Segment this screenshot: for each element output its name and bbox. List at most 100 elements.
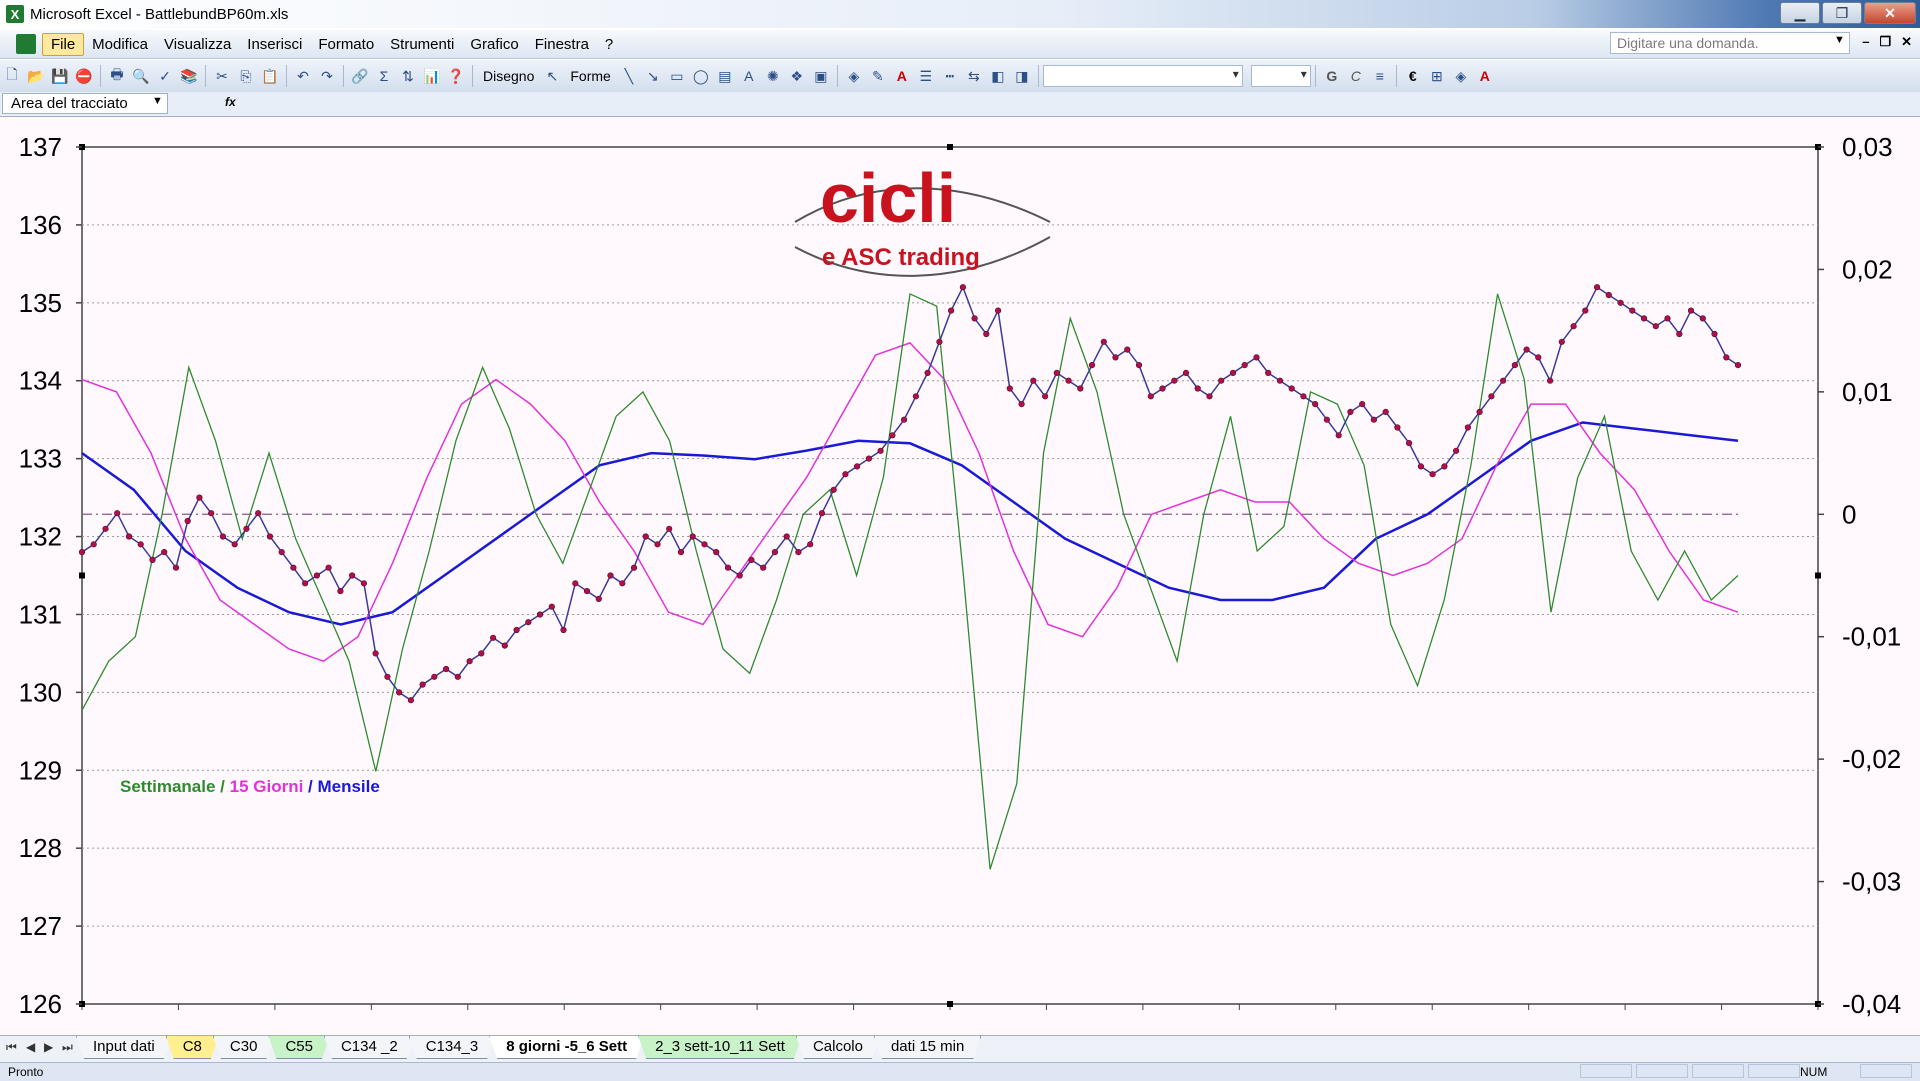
price-marker bbox=[1182, 369, 1190, 376]
last-sheet-icon[interactable]: ⏭ bbox=[62, 1040, 73, 1055]
wordart-icon[interactable]: A bbox=[738, 65, 760, 87]
price-marker bbox=[102, 525, 109, 532]
menu-modifica[interactable]: Modifica bbox=[84, 34, 156, 55]
print-preview-icon[interactable]: 🔍 bbox=[130, 65, 152, 87]
minimize-button[interactable]: ▁ bbox=[1780, 2, 1820, 24]
menu-inserisci[interactable]: Inserisci bbox=[239, 34, 310, 55]
textbox-icon[interactable]: ▤ bbox=[714, 65, 736, 87]
menu-visualizza[interactable]: Visualizza bbox=[156, 34, 239, 55]
sheet-tab-dati-15-min[interactable]: dati 15 min bbox=[874, 1036, 981, 1059]
sheet-tab-input-dati[interactable]: Input dati bbox=[76, 1036, 172, 1059]
borders-icon[interactable]: ⊞ bbox=[1426, 65, 1448, 87]
next-sheet-icon[interactable]: ▶ bbox=[44, 1040, 53, 1054]
chart-wizard-icon[interactable]: 📊 bbox=[421, 65, 443, 87]
sheet-tab-c55[interactable]: C55 bbox=[268, 1036, 330, 1059]
chart-area[interactable]: 137 136 135 134 133 132 131 130 129 128 127 126 0,0… bbox=[0, 117, 1920, 1035]
sheet-tab-2-3-sett[interactable]: 2_3 sett-10_11 Sett bbox=[638, 1036, 802, 1059]
prev-sheet-icon[interactable]: ◀ bbox=[26, 1040, 35, 1054]
research-icon[interactable]: 📚 bbox=[178, 65, 200, 87]
3d-icon[interactable]: ◨ bbox=[1011, 65, 1033, 87]
font-color-icon[interactable]: A bbox=[891, 65, 913, 87]
chevron-down-icon[interactable]: ▼ bbox=[152, 95, 163, 107]
new-file-icon[interactable]: 🗋 bbox=[1, 65, 23, 87]
line-color-icon[interactable]: ✎ bbox=[867, 65, 889, 87]
cut-icon[interactable]: ✂ bbox=[211, 65, 233, 87]
chart-svg[interactable]: 137 136 135 134 133 132 131 130 129 128 127 126 0,0… bbox=[0, 117, 1920, 1035]
arrow-icon[interactable]: ↘ bbox=[642, 65, 664, 87]
undo-icon[interactable]: ↶ bbox=[292, 65, 314, 87]
price-marker bbox=[713, 549, 720, 556]
cicli-logo: cicli e ASC trading bbox=[794, 159, 1051, 277]
sheet-tab-c8[interactable]: C8 bbox=[166, 1036, 219, 1059]
save-icon[interactable]: 💾 bbox=[49, 65, 71, 87]
open-folder-icon[interactable]: 📂 bbox=[25, 65, 47, 87]
oval-icon[interactable]: ◯ bbox=[690, 65, 712, 87]
hyperlink-icon[interactable]: 🔗 bbox=[349, 65, 371, 87]
bold-button[interactable]: G bbox=[1321, 65, 1343, 87]
help-question-box[interactable]: Digitare una domanda. bbox=[1610, 32, 1850, 54]
left-tick-label: 137 bbox=[19, 132, 62, 162]
workbook-icon[interactable] bbox=[16, 34, 36, 54]
dash-style-icon[interactable]: ┅ bbox=[939, 65, 961, 87]
price-marker bbox=[983, 330, 990, 338]
redo-icon[interactable]: ↷ bbox=[316, 65, 338, 87]
fx-button[interactable]: fx bbox=[225, 95, 236, 109]
sheet-tab-calcolo[interactable]: Calcolo bbox=[796, 1036, 880, 1059]
rectangle-icon[interactable]: ▭ bbox=[666, 65, 688, 87]
sheet-tab-8-giorni[interactable]: 8 giorni -5_6 Sett bbox=[489, 1036, 644, 1059]
font-name-select[interactable] bbox=[1042, 65, 1243, 87]
permission-icon[interactable]: ⛔ bbox=[73, 65, 95, 87]
euro-button[interactable]: € bbox=[1402, 65, 1424, 87]
menu-grafico[interactable]: Grafico bbox=[462, 34, 526, 55]
sort-icon[interactable]: ⇅ bbox=[397, 65, 419, 87]
help-icon[interactable]: ❓ bbox=[445, 65, 467, 87]
fill-color-icon[interactable]: ◈ bbox=[843, 65, 865, 87]
line-icon[interactable]: ╲ bbox=[618, 65, 640, 87]
sheet-tab-c134-2[interactable]: C134 _2 bbox=[324, 1036, 415, 1059]
price-marker bbox=[231, 541, 238, 548]
menu-formato[interactable]: Formato bbox=[310, 34, 382, 55]
text-color-icon[interactable]: A bbox=[1474, 65, 1496, 87]
mdi-restore-icon[interactable]: ❐ bbox=[1879, 34, 1891, 50]
price-marker bbox=[1100, 338, 1107, 345]
autosum-icon[interactable]: Σ bbox=[373, 65, 395, 87]
price-marker bbox=[642, 533, 649, 540]
arrow-style-icon[interactable]: ⇆ bbox=[963, 65, 985, 87]
price-marker bbox=[349, 572, 356, 579]
clipart-icon[interactable]: ❖ bbox=[786, 65, 808, 87]
drawing-menu[interactable]: Disegno bbox=[477, 68, 540, 84]
spelling-icon[interactable]: ✓ bbox=[154, 65, 176, 87]
align-icon[interactable]: ≡ bbox=[1369, 65, 1391, 87]
price-marker bbox=[172, 564, 180, 571]
italic-button[interactable]: C bbox=[1345, 65, 1367, 87]
chevron-down-icon[interactable]: ▼ bbox=[1834, 34, 1845, 46]
paste-icon[interactable]: 📋 bbox=[259, 65, 281, 87]
picture-icon[interactable]: ▣ bbox=[810, 65, 832, 87]
name-box[interactable]: Area del tracciato bbox=[2, 93, 168, 114]
print-icon[interactable]: 🖶 bbox=[106, 65, 128, 87]
sheet-tab-c134-3[interactable]: C134_3 bbox=[409, 1036, 496, 1059]
line-style-icon[interactable]: ☰ bbox=[915, 65, 937, 87]
sheet-tab-c30[interactable]: C30 bbox=[213, 1036, 275, 1059]
legend-biweekly: 15 Giorni bbox=[230, 777, 304, 796]
price-marker bbox=[1511, 362, 1518, 369]
select-pointer-icon[interactable]: ↖ bbox=[541, 65, 563, 87]
mdi-close-icon[interactable]: ✕ bbox=[1901, 34, 1912, 50]
price-marker bbox=[290, 564, 297, 571]
diagram-icon[interactable]: ✺ bbox=[762, 65, 784, 87]
shadow-icon[interactable]: ◧ bbox=[987, 65, 1009, 87]
font-size-select[interactable] bbox=[1250, 65, 1311, 87]
mdi-minimize-icon[interactable]: – bbox=[1862, 34, 1869, 50]
menu-file[interactable]: File bbox=[42, 32, 85, 56]
close-button[interactable]: ✕ bbox=[1864, 2, 1916, 24]
menu-finestra[interactable]: Finestra bbox=[527, 34, 597, 55]
right-tick-label: 0,03 bbox=[1842, 132, 1893, 162]
menu-strumenti[interactable]: Strumenti bbox=[382, 34, 462, 55]
fill-bucket-icon[interactable]: ◈ bbox=[1450, 65, 1472, 87]
maximize-button[interactable]: ❐ bbox=[1822, 2, 1862, 24]
menu-help[interactable]: ? bbox=[597, 34, 621, 55]
copy-icon[interactable]: ⎘ bbox=[235, 65, 257, 87]
shapes-menu[interactable]: Forme bbox=[564, 68, 616, 84]
price-marker bbox=[724, 564, 732, 571]
first-sheet-icon[interactable]: ⏮ bbox=[6, 1040, 17, 1055]
